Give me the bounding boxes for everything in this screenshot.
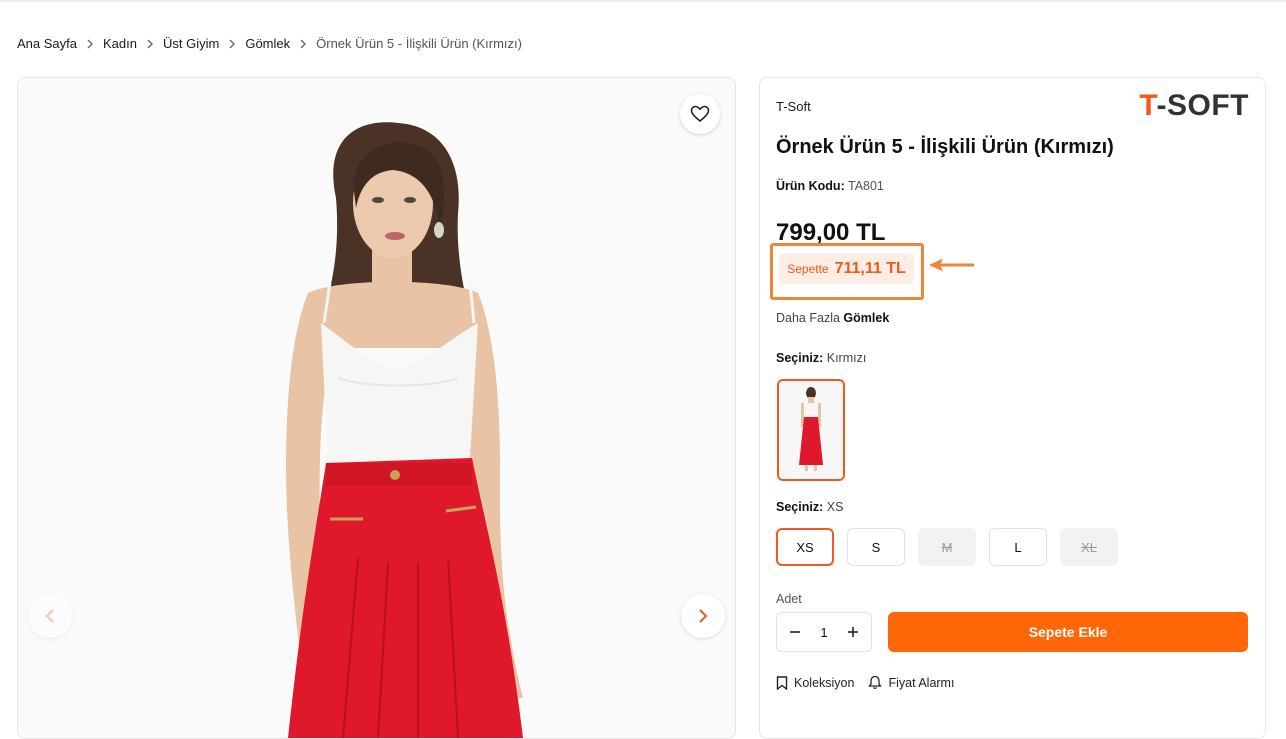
- collection-label: Koleksiyon: [794, 675, 855, 690]
- plus-icon: [847, 627, 858, 637]
- size-option-s[interactable]: S: [847, 528, 905, 566]
- bell-icon: [868, 675, 883, 689]
- breadcrumb-current-product: Örnek Ürün 5 - İlişkili Ürün (Kırmızı): [316, 36, 522, 51]
- breadcrumb-top-wear[interactable]: Üst Giyim: [163, 36, 219, 51]
- breadcrumb-women[interactable]: Kadın: [103, 36, 137, 51]
- brand-logo[interactable]: T-SOFT: [1139, 89, 1249, 123]
- size-option-xs[interactable]: XS: [776, 528, 834, 566]
- gallery-next-button[interactable]: [681, 594, 725, 638]
- quantity-stepper: 1: [776, 612, 872, 652]
- size-option-l[interactable]: L: [989, 528, 1047, 566]
- product-gallery: [17, 77, 736, 739]
- decrease-quantity-button[interactable]: [785, 622, 805, 642]
- chevron-breadcrumb-icon: [77, 39, 103, 49]
- chevron-right-icon: [699, 609, 708, 623]
- gallery-prev-button[interactable]: [28, 594, 72, 638]
- product-info-panel: T-Soft T-SOFT Örnek Ürün 5 - İlişkili Ür…: [759, 77, 1266, 739]
- price-alarm-button[interactable]: Fiyat Alarmı: [868, 675, 954, 690]
- chevron-breadcrumb-icon: [137, 39, 163, 49]
- add-to-collection-button[interactable]: Koleksiyon: [776, 676, 854, 690]
- annotation-arrow-icon: [929, 258, 974, 272]
- breadcrumb: Ana Sayfa Kadın Üst Giyim Gömlek Örnek Ü…: [17, 36, 522, 51]
- increase-quantity-button[interactable]: [843, 622, 863, 642]
- chevron-left-icon: [45, 609, 54, 623]
- size-options: XS S M L XL: [776, 528, 1118, 566]
- product-title: Örnek Ürün 5 - İlişkili Ürün (Kırmızı): [776, 136, 1114, 158]
- annotation-highlight-box: Sepette 711,11 TL: [770, 243, 924, 300]
- add-to-cart-button[interactable]: Sepete Ekle: [888, 612, 1248, 652]
- color-selection-label: Seçiniz: Kırmızı: [776, 351, 867, 365]
- cart-price-badge: Sepette 711,11 TL: [779, 253, 914, 284]
- price-alarm-label: Fiyat Alarmı: [888, 675, 955, 690]
- product-photo: [18, 78, 735, 738]
- chevron-breadcrumb-icon: [290, 39, 316, 49]
- heart-icon: [690, 105, 710, 123]
- cart-price-label: Sepette: [787, 261, 829, 276]
- minus-icon: [790, 631, 800, 633]
- size-selection-label: Seçiniz: XS: [776, 500, 844, 514]
- more-from-category-link[interactable]: Daha Fazla Gömlek: [776, 311, 889, 325]
- favorite-button[interactable]: [680, 94, 720, 134]
- color-swatch-red[interactable]: [777, 379, 845, 481]
- quantity-value[interactable]: 1: [820, 625, 827, 640]
- color-swatch-thumbnail: [779, 381, 843, 479]
- size-option-xl: XL: [1060, 528, 1118, 566]
- breadcrumb-home[interactable]: Ana Sayfa: [17, 36, 77, 51]
- quantity-label: Adet: [776, 592, 802, 606]
- header-divider: [0, 0, 1286, 2]
- cart-price-value: 711,11 TL: [834, 259, 906, 277]
- brand-name[interactable]: T-Soft: [776, 99, 811, 114]
- chevron-breadcrumb-icon: [219, 39, 245, 49]
- product-code: Ürün Kodu: TA801: [776, 179, 884, 193]
- breadcrumb-shirt[interactable]: Gömlek: [245, 36, 290, 51]
- product-actions: Koleksiyon Fiyat Alarmı: [776, 675, 954, 690]
- bookmark-icon: [776, 675, 788, 690]
- size-option-m: M: [918, 528, 976, 566]
